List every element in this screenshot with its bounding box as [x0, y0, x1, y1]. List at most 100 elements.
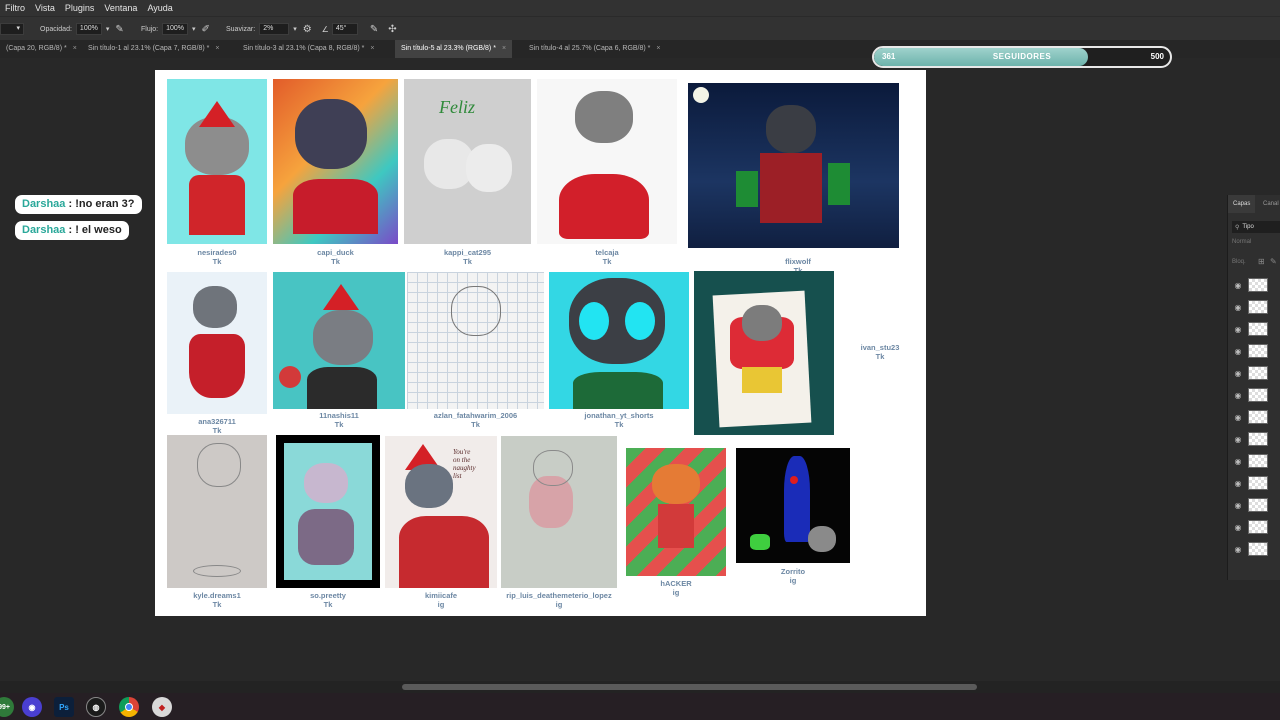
layer-row[interactable]: ◉ [1228, 385, 1280, 405]
lock-transparency-icon[interactable]: ⊞ [1258, 257, 1265, 266]
artwork-credit: jonathan_yt_shorts Tk [584, 411, 654, 429]
app-icon[interactable]: ◆ [152, 697, 172, 717]
pressure-opacity-icon[interactable]: ✎ [115, 24, 123, 35]
eye-icon[interactable]: ◉ [1228, 391, 1248, 400]
artwork-credit: kappi_cat295 Tk [443, 248, 492, 266]
smoothing-field[interactable]: 2% [259, 23, 290, 35]
lock-pixels-icon[interactable]: ✎ [1270, 257, 1277, 266]
layer-row[interactable]: ◉ [1228, 341, 1280, 361]
eye-icon[interactable]: ◉ [1228, 413, 1248, 422]
artwork-credit: Zorrito ig [780, 567, 806, 585]
tab-layers[interactable]: Capas [1228, 195, 1256, 213]
tab-sin-titulo-5[interactable]: Sin título-5 al 23.3% (RGB/8) * × [395, 40, 513, 58]
chevron-down-icon[interactable]: ▾ [192, 25, 196, 33]
artwork-image [273, 79, 398, 244]
close-icon[interactable]: × [73, 45, 77, 52]
eye-icon[interactable]: ◉ [1228, 523, 1248, 532]
options-bar: ▾ Opacidad: 100% ▾ ✎ Flujo: 100% ▾ ✐ Sua… [0, 16, 1280, 40]
artwork-image [501, 436, 617, 588]
menu-view[interactable]: Vista [30, 3, 60, 13]
eye-icon[interactable]: ◉ [1228, 369, 1248, 378]
gear-icon[interactable]: ⚙ [303, 24, 312, 35]
brush-preset-dropdown[interactable]: ▾ [0, 23, 24, 35]
artwork-credit: kyle.dreams1 Tk [193, 591, 241, 609]
eye-icon[interactable]: ◉ [1228, 281, 1248, 290]
chat-text: : ! el weso [68, 224, 122, 236]
layer-row[interactable]: ◉ [1228, 429, 1280, 449]
tab-sin-titulo-4[interactable]: Sin título-4 al 25.7% (Capa 6, RGB/8) * × [523, 40, 667, 58]
chat-text: : !no eran 3? [68, 198, 135, 210]
menu-filter[interactable]: Filtro [0, 3, 30, 13]
tab-label: (Capa 20, RGB/8) * [6, 45, 67, 52]
layer-thumbnail [1248, 454, 1268, 468]
horizontal-scrollbar[interactable] [0, 681, 1280, 693]
opacity-field[interactable]: 100% [75, 23, 102, 35]
layer-row[interactable]: ◉ [1228, 517, 1280, 537]
artwork-credit: 11nashis11 Tk [319, 411, 359, 429]
layer-row[interactable]: ◉ [1228, 297, 1280, 317]
close-icon[interactable]: × [502, 45, 506, 52]
follower-target: 500 [1150, 52, 1164, 61]
menu-bar: Filtro Vista Plugins Ventana Ayuda [0, 0, 1280, 16]
eye-icon[interactable]: ◉ [1228, 501, 1248, 510]
chat-message: Darshaa : !no eran 3? [15, 195, 142, 214]
document-canvas[interactable]: nesirades0 Tk capi_duck Tk Feliz kappi_cat… [155, 70, 926, 616]
taskbar: 99+ ◉ Ps ◍ ◆ [0, 693, 1280, 720]
messenger-icon[interactable]: ◉ [22, 697, 42, 717]
layer-row[interactable]: ◉ [1228, 275, 1280, 295]
close-icon[interactable]: × [215, 45, 219, 52]
chrome-icon[interactable] [119, 697, 139, 717]
artwork-credit: so.preetty Tk [310, 591, 346, 609]
eye-icon[interactable]: ◉ [1228, 435, 1248, 444]
angle-field[interactable]: 45° [331, 23, 358, 35]
layer-row[interactable]: ◉ [1228, 495, 1280, 515]
menu-window[interactable]: Ventana [99, 3, 142, 13]
artwork-image [549, 272, 689, 409]
blend-mode-select[interactable]: Normal [1232, 239, 1251, 245]
airbrush-icon[interactable]: ✐ [202, 24, 210, 35]
angle-icon: ∠ [321, 24, 329, 34]
notification-badge[interactable]: 99+ [0, 697, 14, 717]
eye-icon[interactable]: ◉ [1228, 347, 1248, 356]
tab-channels[interactable]: Canal [1258, 195, 1280, 213]
layer-thumbnail [1248, 278, 1268, 292]
flow-label: Flujo: [141, 25, 159, 33]
eye-icon[interactable]: ◉ [1228, 545, 1248, 554]
layer-row[interactable]: ◉ [1228, 473, 1280, 493]
layer-row[interactable]: ◉ [1228, 363, 1280, 383]
artwork-credit: hACKER ig [660, 579, 692, 597]
close-icon[interactable]: × [656, 45, 660, 52]
tab-doc-capa20[interactable]: (Capa 20, RGB/8) * × [0, 40, 83, 58]
chevron-down-icon[interactable]: ▾ [106, 25, 110, 33]
chevron-down-icon[interactable]: ▾ [293, 25, 297, 33]
eye-icon[interactable]: ◉ [1228, 303, 1248, 312]
menu-plugins[interactable]: Plugins [60, 3, 100, 13]
eye-icon[interactable]: ◉ [1228, 325, 1248, 334]
layer-row[interactable]: ◉ [1228, 319, 1280, 339]
tab-sin-titulo-1[interactable]: Sin título-1 al 23.1% (Capa 7, RGB/8) * × [82, 40, 226, 58]
artwork-image [276, 435, 380, 588]
layer-row[interactable]: ◉ [1228, 539, 1280, 559]
artwork-image [688, 83, 899, 248]
lock-label: Bloq. [1232, 259, 1246, 265]
menu-help[interactable]: Ayuda [142, 3, 177, 13]
artwork-credit: rip_luis_deathemeterio_lopez ig [506, 591, 612, 609]
layer-thumbnail [1248, 520, 1268, 534]
layer-row[interactable]: ◉ [1228, 451, 1280, 471]
eye-icon[interactable]: ◉ [1228, 457, 1248, 466]
eye-icon[interactable]: ◉ [1228, 479, 1248, 488]
photoshop-icon[interactable]: Ps [54, 697, 74, 717]
layer-thumbnail [1248, 498, 1268, 512]
layer-thumbnail [1248, 410, 1268, 424]
close-icon[interactable]: × [370, 45, 374, 52]
scrollbar-thumb[interactable] [402, 684, 977, 690]
obs-icon[interactable]: ◍ [86, 697, 106, 717]
pressure-size-icon[interactable]: ✎ [370, 24, 378, 35]
tab-sin-titulo-3[interactable]: Sin título-3 al 23.1% (Capa 8, RGB/8) * × [237, 40, 381, 58]
layer-row[interactable]: ◉ [1228, 407, 1280, 427]
symmetry-icon[interactable]: ✣ [388, 24, 396, 35]
layer-filter[interactable]: ⚲ Tipo [1232, 221, 1280, 233]
flow-field[interactable]: 100% [162, 23, 189, 35]
tab-label: Sin título-4 al 25.7% (Capa 6, RGB/8) * [529, 45, 651, 52]
artwork-image [537, 79, 677, 244]
